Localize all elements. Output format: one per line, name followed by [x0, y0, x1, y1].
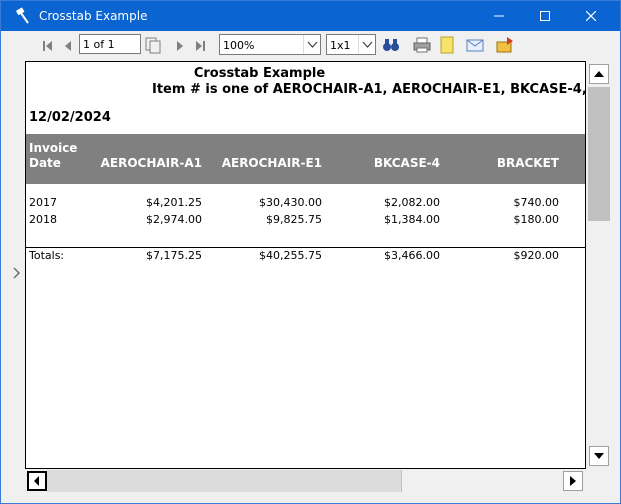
page-layout-select[interactable]: 1x1 [326, 34, 376, 55]
triangle-right-icon [570, 476, 576, 486]
column-header: BRACKET [496, 156, 559, 170]
column-header-band: Invoice Date AEROCHAIR-A1 AEROCHAIR-E1 B… [26, 134, 585, 184]
report-filter-subtitle: Item # is one of AEROCHAIR-A1, AEROCHAIR… [152, 82, 586, 97]
report-date: 12/02/2024 [29, 110, 111, 125]
total-value: $3,466.00 [384, 249, 440, 262]
column-header: BKCASE-4 [373, 156, 440, 170]
page-layout-dropdown[interactable] [358, 35, 375, 54]
scroll-up-button[interactable] [589, 64, 609, 84]
export-icon[interactable] [496, 36, 514, 54]
totals-divider [26, 247, 585, 248]
zoom-value: 100% [223, 39, 255, 52]
cell-value: $2,974.00 [146, 213, 202, 226]
cell-value: $180.00 [513, 213, 560, 226]
minimize-icon [494, 15, 504, 17]
vertical-scrollbar[interactable] [587, 61, 611, 469]
total-value: $40,255.75 [259, 249, 322, 262]
close-button[interactable] [568, 1, 614, 31]
previous-page-icon[interactable] [61, 38, 75, 54]
horizontal-scrollbar[interactable] [25, 469, 587, 493]
maximize-button[interactable] [522, 1, 568, 31]
close-icon [585, 10, 597, 22]
horizontal-scroll-thumb[interactable] [47, 470, 402, 492]
report-viewer-window: Crosstab Example 1 of 1 100% 1x1 Crossta… [0, 0, 621, 504]
last-page-icon[interactable] [193, 38, 207, 54]
scroll-down-button[interactable] [589, 446, 609, 466]
page-side-margin [9, 61, 25, 469]
print-icon[interactable] [413, 36, 431, 54]
zoom-dropdown[interactable] [303, 35, 320, 54]
chevron-down-icon [307, 41, 318, 48]
window-title: Crosstab Example [39, 9, 148, 23]
page-layout-value: 1x1 [330, 39, 351, 52]
magic-wand-app-icon [15, 7, 29, 24]
scroll-left-button[interactable] [27, 471, 47, 491]
row-label: 2017 [29, 196, 57, 209]
first-page-icon[interactable] [41, 38, 55, 54]
find-binoculars-icon[interactable] [382, 36, 400, 54]
cell-value: $1,384.00 [384, 213, 440, 226]
cell-value: $2,082.00 [384, 196, 440, 209]
totals-label: Totals: [29, 249, 65, 262]
cell-value: $4,201.25 [146, 196, 202, 209]
email-icon[interactable] [466, 36, 484, 54]
chevron-down-icon [362, 41, 373, 48]
column-header: AEROCHAIR-E1 [221, 156, 322, 170]
title-bar: Crosstab Example [1, 1, 620, 31]
scroll-right-button[interactable] [563, 471, 583, 491]
row-header-line1: Invoice [29, 141, 78, 155]
maximize-icon [540, 11, 550, 21]
minimize-button[interactable] [476, 1, 522, 31]
zoom-select[interactable]: 100% [219, 34, 321, 55]
page-number-input[interactable]: 1 of 1 [79, 34, 141, 54]
total-value: $7,175.25 [146, 249, 202, 262]
column-header: AEROCHAIR-A1 [100, 156, 202, 170]
cell-value: $30,430.00 [259, 196, 322, 209]
triangle-down-icon [594, 453, 604, 459]
triangle-up-icon [594, 71, 604, 77]
total-value: $920.00 [513, 249, 560, 262]
cell-value: $740.00 [513, 196, 560, 209]
copy-pages-icon[interactable] [144, 36, 162, 54]
row-label: 2018 [29, 213, 57, 226]
toolbar: 1 of 1 100% 1x1 [1, 31, 620, 60]
triangle-left-icon [34, 476, 39, 486]
cell-value: $9,825.75 [266, 213, 322, 226]
report-page: Crosstab Example Item # is one of AEROCH… [25, 61, 586, 469]
chevron-right-icon [13, 267, 21, 279]
next-page-icon[interactable] [173, 38, 187, 54]
report-title: Crosstab Example [193, 66, 326, 81]
note-icon[interactable] [438, 36, 456, 54]
vertical-scroll-thumb[interactable] [588, 87, 610, 221]
row-header-line2: Date [29, 156, 61, 170]
